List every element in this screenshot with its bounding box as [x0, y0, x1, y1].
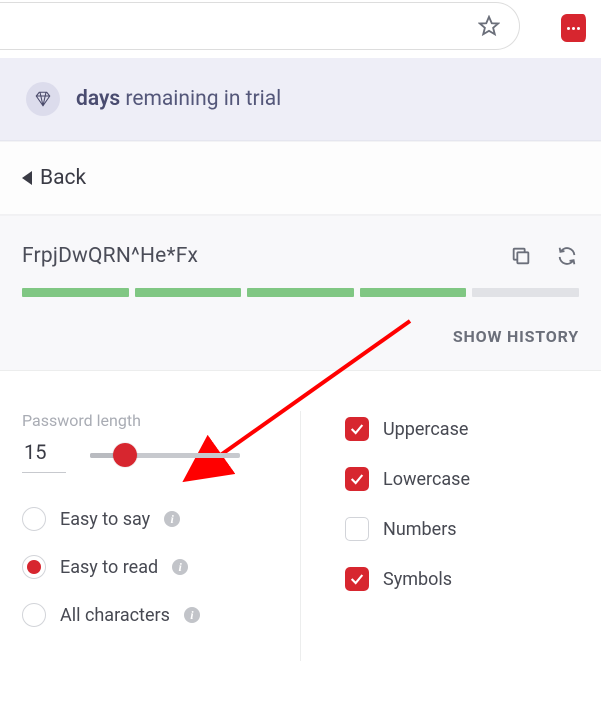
back-label: Back [40, 166, 86, 190]
charset-option[interactable]: Symbols [345, 567, 601, 591]
copy-icon[interactable] [509, 244, 533, 268]
charset-label: Lowercase [383, 469, 470, 490]
bookmark-star-icon[interactable] [477, 14, 501, 38]
charset-option[interactable]: Lowercase [345, 467, 601, 491]
trial-days-label: days [76, 87, 120, 111]
password-length-input[interactable] [22, 436, 66, 473]
options-panel: Password length Easy to sayiEasy to read… [0, 371, 601, 661]
radio-icon [22, 507, 46, 531]
mode-label: All characters [60, 605, 170, 626]
checkbox-icon [345, 567, 369, 591]
mode-option[interactable]: All characters i [22, 603, 300, 627]
charset-option[interactable]: Uppercase [345, 417, 601, 441]
chevron-left-icon [22, 171, 32, 185]
refresh-icon[interactable] [555, 244, 579, 268]
trial-rest-label: remaining in trial [125, 87, 281, 111]
info-icon[interactable]: i [164, 511, 180, 527]
strength-segment [360, 288, 467, 297]
mode-label: Easy to read [60, 557, 158, 578]
browser-address-bar [0, 2, 520, 50]
strength-segment [472, 288, 579, 297]
checkbox-icon [345, 467, 369, 491]
charset-label: Numbers [383, 519, 457, 540]
extension-icon[interactable] [561, 14, 589, 42]
strength-segment [22, 288, 129, 297]
mode-option[interactable]: Easy to say i [22, 507, 300, 531]
mode-label: Easy to say [60, 509, 150, 530]
strength-segment [135, 288, 242, 297]
info-icon[interactable]: i [184, 607, 200, 623]
slider-thumb[interactable] [113, 443, 137, 467]
diamond-icon [26, 82, 60, 116]
mode-option[interactable]: Easy to read i [22, 555, 300, 579]
generated-password-row: FrpjDwQRN^He*Fx [0, 215, 601, 288]
show-history-button[interactable]: SHOW HISTORY [0, 311, 601, 371]
info-icon[interactable]: i [172, 559, 188, 575]
charset-option[interactable]: Numbers [345, 517, 601, 541]
checkbox-icon [345, 417, 369, 441]
strength-meter [0, 288, 601, 311]
checkbox-icon [345, 517, 369, 541]
generated-password: FrpjDwQRN^He*Fx [22, 244, 487, 268]
trial-text: days remaining in trial [76, 87, 281, 111]
radio-icon [22, 555, 46, 579]
charset-label: Symbols [383, 569, 452, 590]
back-button[interactable]: Back [0, 141, 601, 215]
password-length-label: Password length [22, 411, 300, 430]
radio-icon [22, 603, 46, 627]
charset-label: Uppercase [383, 419, 468, 440]
strength-segment [247, 288, 354, 297]
password-length-slider[interactable] [90, 445, 240, 465]
show-history-label: SHOW HISTORY [453, 327, 579, 346]
trial-banner: days remaining in trial [0, 58, 601, 141]
